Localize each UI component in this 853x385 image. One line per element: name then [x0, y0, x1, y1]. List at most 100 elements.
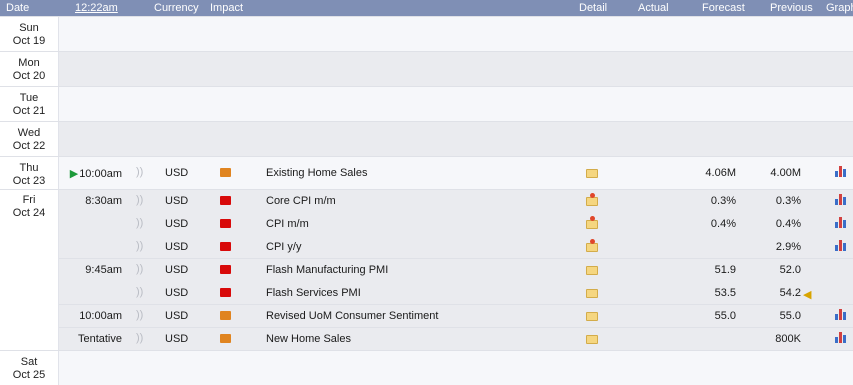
event-time: 8:30am — [85, 195, 122, 207]
event-title[interactable]: CPI m/m — [266, 218, 309, 230]
event-row[interactable]: )) USD CPI m/m 0.4% 0.4% — [59, 212, 853, 235]
event-row[interactable]: )) USD CPI y/y 2.9% — [59, 235, 853, 258]
header-impact: Impact — [210, 2, 244, 14]
day-date: Oct 19 — [12, 35, 46, 47]
bar-chart-icon[interactable] — [835, 193, 847, 205]
day-cell: Fri Oct 24 — [0, 190, 59, 350]
event-row[interactable]: ▶10:00am )) USD Existing Home Sales 4.06… — [59, 161, 853, 184]
event-previous: 52.0 — [779, 264, 801, 276]
event-previous: 0.4% — [775, 218, 801, 230]
event-currency: USD — [165, 264, 189, 276]
folder-star-icon[interactable] — [586, 239, 598, 252]
bar-chart-icon[interactable] — [835, 308, 847, 320]
day-of-week: Fri — [22, 194, 36, 206]
event-row[interactable]: 10:00am )) USD Revised UoM Consumer Sent… — [59, 304, 853, 327]
sound-icon[interactable]: )) — [136, 194, 143, 206]
header-previous: Previous — [770, 2, 813, 14]
day-of-week: Mon — [18, 57, 40, 69]
impact-medium-icon — [220, 334, 231, 343]
event-title[interactable]: CPI y/y — [266, 241, 301, 253]
header-time-link[interactable]: 12:22am — [75, 2, 118, 14]
day-block: Tue Oct 21 — [0, 87, 853, 121]
header-currency: Currency — [154, 2, 199, 14]
day-cell: Tue Oct 21 — [0, 87, 59, 121]
day-date: Oct 24 — [12, 207, 46, 219]
event-time: 10:00am — [79, 310, 122, 322]
event-title[interactable]: Existing Home Sales — [266, 167, 368, 179]
impact-high-icon — [220, 265, 231, 274]
event-previous: 54.2 — [779, 287, 801, 299]
event-currency: USD — [165, 241, 189, 253]
day-block: Wed Oct 22 — [0, 122, 853, 156]
event-time: Tentative — [77, 333, 122, 345]
event-currency: USD — [165, 287, 189, 299]
next-event-marker-icon: ▶ — [69, 168, 79, 180]
sound-icon[interactable]: )) — [136, 309, 143, 321]
sound-icon[interactable]: )) — [136, 166, 143, 178]
day-date: Oct 25 — [12, 369, 46, 381]
event-previous: 55.0 — [779, 310, 801, 322]
event-previous: 4.00M — [770, 167, 801, 179]
folder-star-icon[interactable] — [586, 193, 598, 206]
day-cell: Sat Oct 25 — [0, 351, 59, 385]
event-title[interactable]: Flash Manufacturing PMI — [266, 264, 388, 276]
day-cell: Sun Oct 19 — [0, 17, 59, 51]
event-time: 9:45am — [85, 264, 122, 276]
event-currency: USD — [165, 333, 189, 345]
event-previous: 0.3% — [775, 195, 801, 207]
day-of-week: Sun — [19, 22, 39, 34]
sound-icon[interactable]: )) — [136, 263, 143, 275]
event-time: ▶10:00am — [59, 167, 122, 180]
bar-chart-icon[interactable] — [835, 331, 847, 343]
event-title[interactable]: Core CPI m/m — [266, 195, 336, 207]
event-title[interactable]: Flash Services PMI — [266, 287, 361, 299]
folder-icon[interactable] — [586, 312, 598, 321]
day-cell: Mon Oct 20 — [0, 52, 59, 86]
folder-icon[interactable] — [586, 169, 598, 178]
bar-chart-icon[interactable] — [835, 239, 847, 251]
bar-chart-icon[interactable] — [835, 216, 847, 228]
day-block: Sat Oct 25 — [0, 351, 853, 385]
header-date: Date — [6, 2, 30, 14]
sound-icon[interactable]: )) — [136, 240, 143, 252]
event-currency: USD — [165, 218, 189, 230]
event-title[interactable]: New Home Sales — [266, 333, 351, 345]
bar-chart-icon[interactable] — [835, 165, 847, 177]
impact-high-icon — [220, 219, 231, 228]
divider — [0, 350, 853, 351]
day-date: Oct 21 — [12, 105, 46, 117]
sound-icon[interactable]: )) — [136, 286, 143, 298]
revised-flag-icon[interactable]: ◀ — [803, 288, 811, 301]
event-currency: USD — [165, 195, 189, 207]
day-of-week: Thu — [19, 162, 39, 174]
event-currency: USD — [165, 310, 189, 322]
impact-medium-icon — [220, 168, 231, 177]
day-cell: Wed Oct 22 — [0, 122, 59, 156]
header-actual: Actual — [638, 2, 669, 14]
event-row[interactable]: 9:45am )) USD Flash Manufacturing PMI 51… — [59, 258, 853, 281]
folder-icon[interactable] — [586, 335, 598, 344]
impact-high-icon — [220, 288, 231, 297]
header-forecast: Forecast — [702, 2, 745, 14]
event-row[interactable]: )) USD Flash Services PMI 53.5 54.2 ◀ — [59, 281, 853, 304]
divider — [0, 16, 853, 17]
day-date: Oct 20 — [12, 70, 46, 82]
divider — [0, 51, 853, 52]
sound-icon[interactable]: )) — [136, 217, 143, 229]
event-previous: 800K — [775, 333, 801, 345]
impact-medium-icon — [220, 311, 231, 320]
event-row[interactable]: 8:30am )) USD Core CPI m/m 0.3% 0.3% — [59, 189, 853, 212]
folder-star-icon[interactable] — [586, 216, 598, 229]
day-block: Mon Oct 20 — [0, 52, 853, 86]
day-date: Oct 22 — [12, 140, 46, 152]
event-row[interactable]: Tentative )) USD New Home Sales 800K — [59, 327, 853, 350]
day-cell: Thu Oct 23 — [0, 157, 59, 189]
header-detail: Detail — [579, 2, 608, 14]
impact-high-icon — [220, 196, 231, 205]
impact-high-icon — [220, 242, 231, 251]
event-title[interactable]: Revised UoM Consumer Sentiment — [266, 310, 438, 322]
sound-icon[interactable]: )) — [136, 332, 143, 344]
event-time-text: 10:00am — [79, 168, 122, 180]
folder-icon[interactable] — [586, 266, 598, 275]
folder-icon[interactable] — [586, 289, 598, 298]
